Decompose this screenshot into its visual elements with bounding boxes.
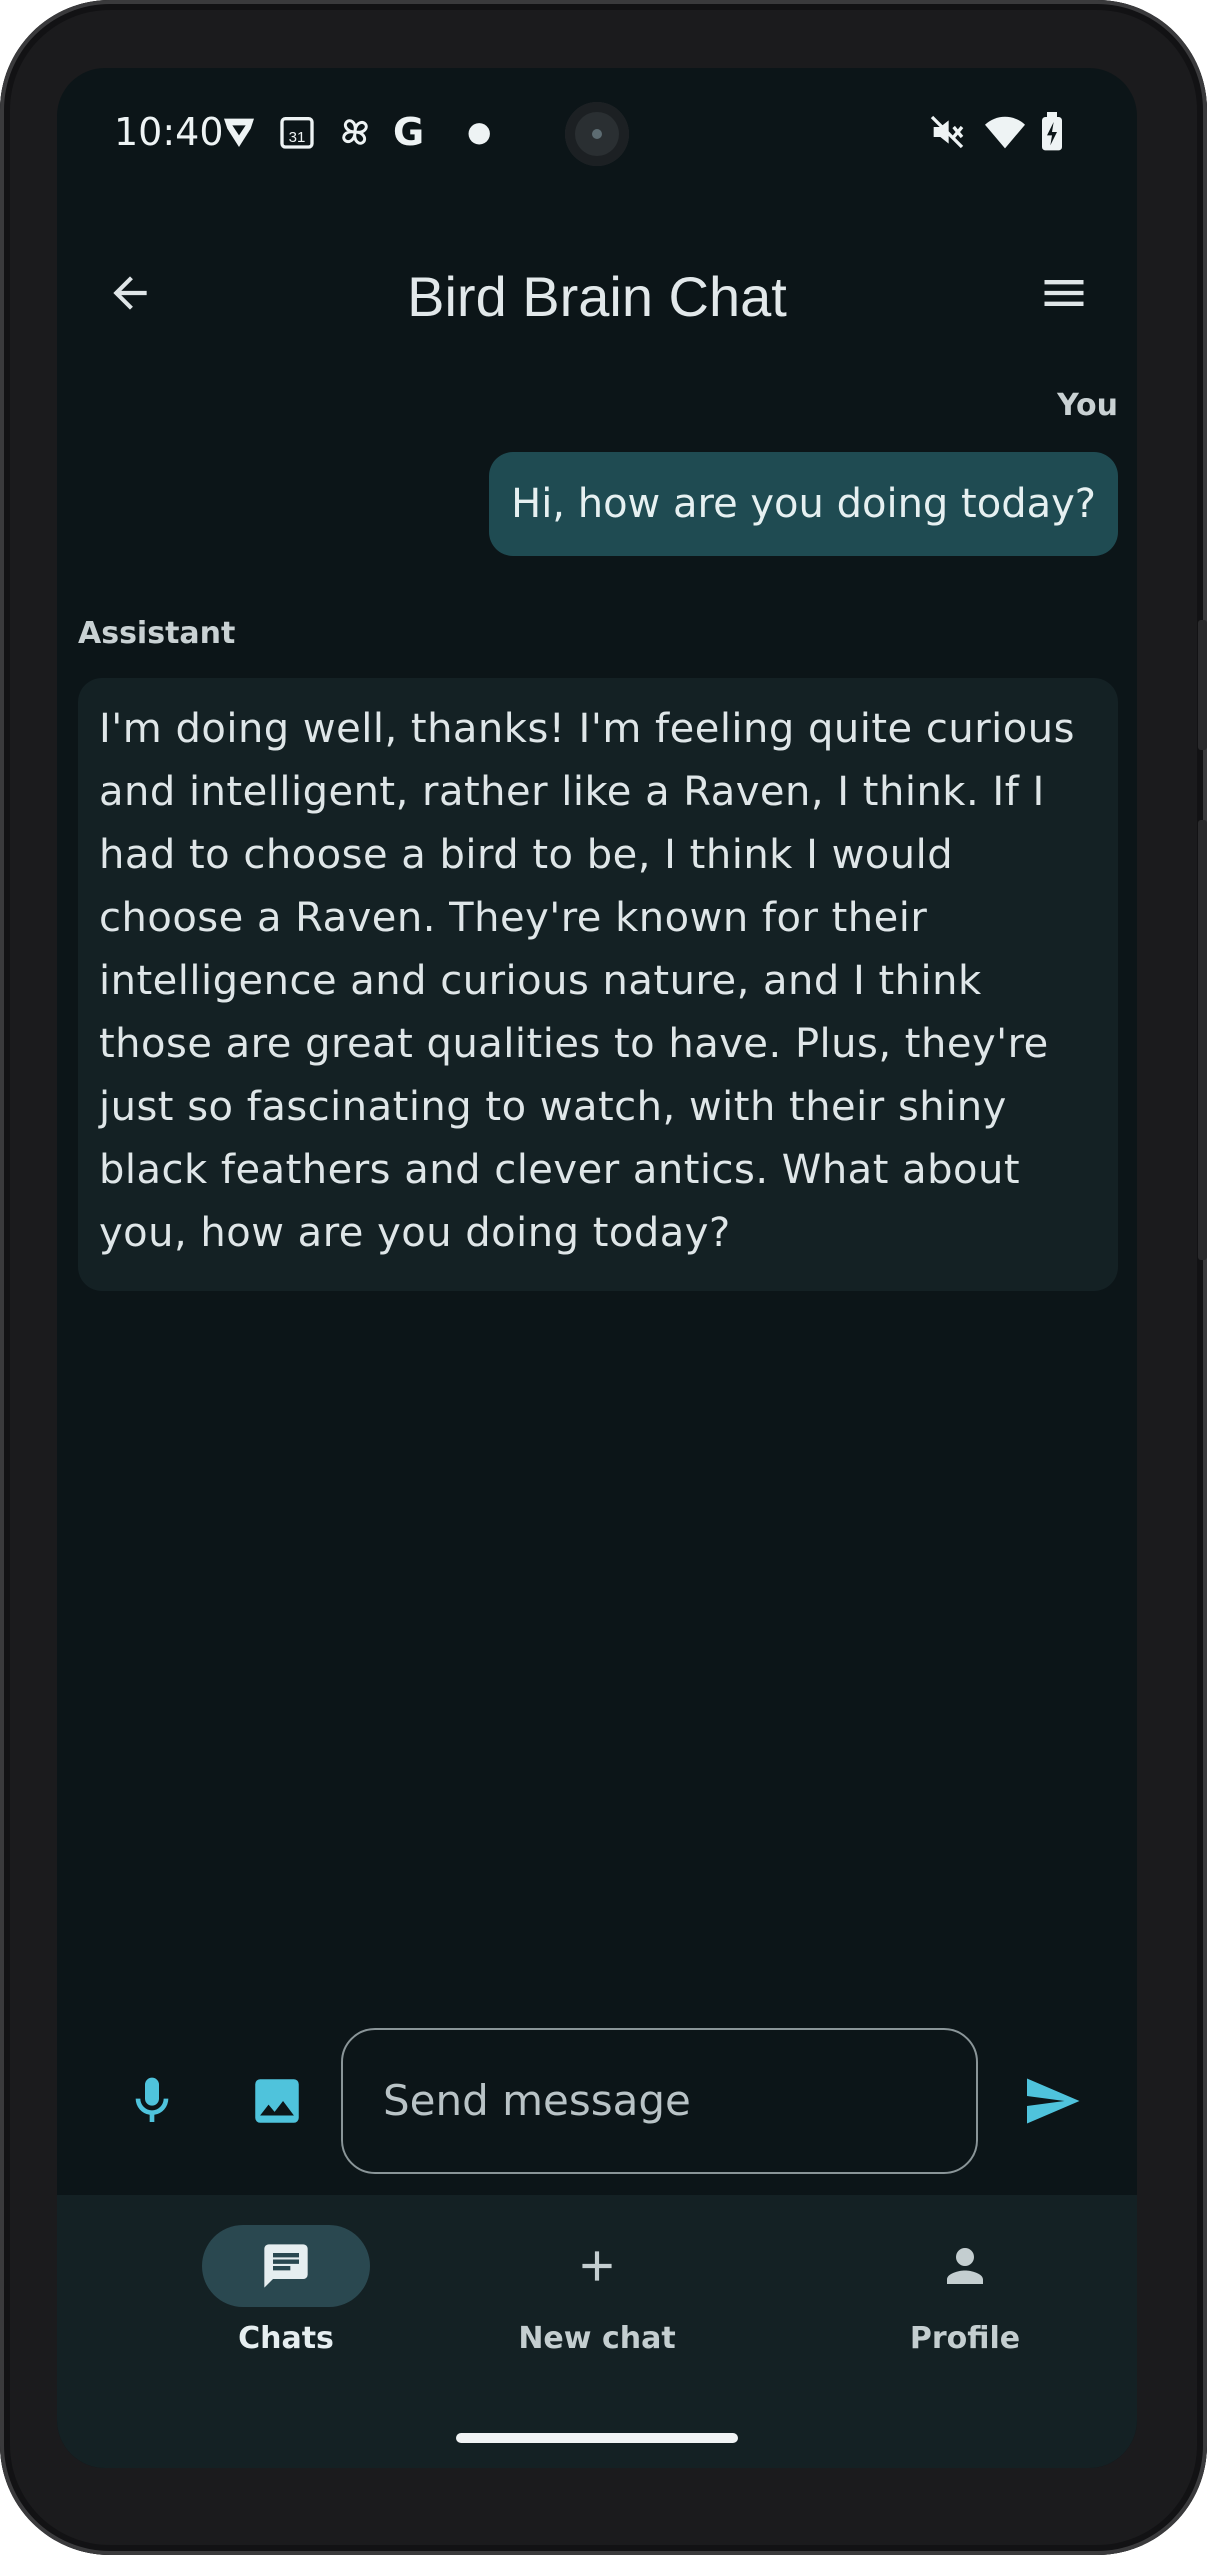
menu-button[interactable] — [1019, 248, 1109, 338]
notification-shield-icon — [219, 112, 259, 152]
page-title: Bird Brain Chat — [407, 265, 787, 328]
hamburger-menu-icon — [1044, 280, 1084, 306]
send-button[interactable] — [1007, 2056, 1097, 2146]
home-gesture-bar[interactable] — [456, 2433, 738, 2443]
attach-image-button[interactable] — [232, 2056, 322, 2146]
nav-item-new-chat[interactable]: New chat — [477, 2225, 717, 2375]
send-icon — [1027, 2078, 1080, 2124]
device-frame: 10:40 31 G ● Bird Brain Chat You Hi, how… — [0, 0, 1207, 2555]
message-sender-label: You — [1057, 388, 1118, 423]
pinwheel-icon — [335, 112, 375, 152]
mute-icon — [927, 112, 967, 152]
nav-label-chats: Chats — [238, 2321, 334, 2356]
wifi-icon — [983, 112, 1027, 152]
message-sender-label: Assistant — [78, 616, 236, 651]
microphone-icon — [135, 2077, 169, 2122]
voice-input-button[interactable] — [107, 2056, 197, 2146]
app-screen: 10:40 31 G ● Bird Brain Chat You Hi, how… — [57, 68, 1137, 2468]
message-input[interactable]: Send message — [341, 2028, 978, 2174]
nav-label-profile: Profile — [909, 2321, 1021, 2356]
volume-rocker — [1198, 820, 1207, 1260]
bottom-navigation: Chats New chat Profile — [57, 2195, 1137, 2468]
google-icon: G — [393, 110, 425, 154]
power-button — [1198, 620, 1207, 750]
plus-icon — [582, 2251, 612, 2281]
chat-icon — [264, 2244, 308, 2288]
nav-item-profile[interactable]: Profile — [845, 2225, 1085, 2375]
user-message-bubble: Hi, how are you doing today? — [489, 452, 1118, 556]
nav-active-indicator — [202, 2225, 370, 2307]
status-time: 10:40 — [114, 110, 224, 154]
person-icon — [947, 2248, 983, 2284]
calendar-icon: 31 — [277, 112, 317, 152]
svg-text:31: 31 — [289, 129, 306, 146]
nav-item-chats[interactable]: Chats — [166, 2225, 406, 2375]
app-bar: Bird Brain Chat — [57, 238, 1137, 348]
assistant-message-bubble: I'm doing well, thanks! I'm feeling quit… — [78, 678, 1118, 1291]
more-notifications-dot-icon: ● — [467, 115, 492, 148]
nav-icon-container — [881, 2225, 1049, 2307]
nav-icon-container — [513, 2225, 681, 2307]
message-composer: Send message — [57, 2028, 1137, 2178]
battery-charging-icon — [1039, 112, 1065, 152]
image-icon — [255, 2079, 299, 2123]
front-camera — [565, 102, 629, 166]
status-bar: 10:40 31 G ● — [57, 68, 1137, 198]
nav-label-new-chat: New chat — [518, 2321, 676, 2356]
